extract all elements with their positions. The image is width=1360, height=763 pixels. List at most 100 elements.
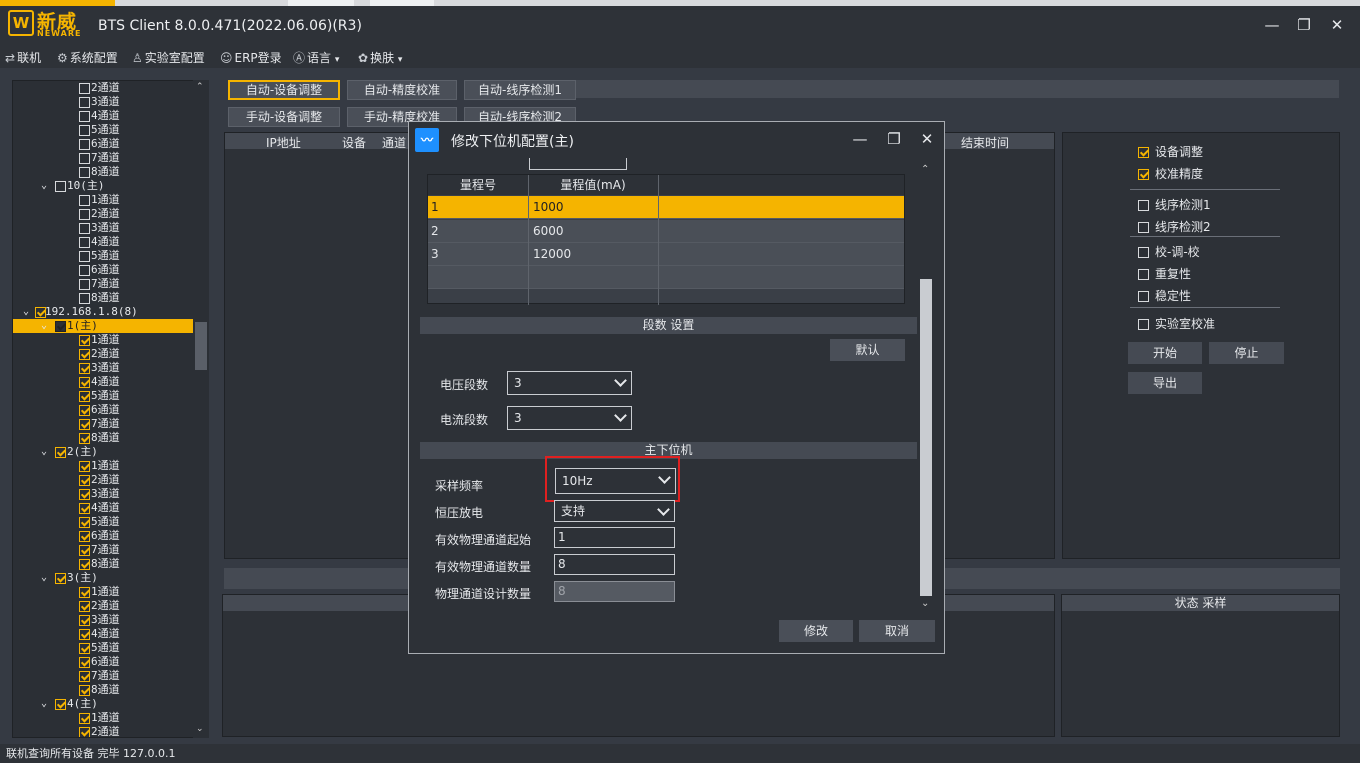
tree-node[interactable]: 4通道: [13, 235, 193, 249]
default-button[interactable]: 默认: [830, 339, 905, 361]
tree-node[interactable]: 6通道: [13, 263, 193, 277]
channel-start-input[interactable]: 1: [554, 527, 675, 548]
tree-checkbox[interactable]: [79, 153, 90, 164]
option-checkbox[interactable]: 线序检测2: [1138, 218, 1211, 235]
tree-node[interactable]: ⌄ 4(主): [13, 697, 193, 711]
tree-node[interactable]: ⌄ 10(主): [13, 179, 193, 193]
stop-button[interactable]: 停止: [1209, 342, 1284, 364]
tree-node[interactable]: 8通道: [13, 431, 193, 445]
grid-row[interactable]: 2 6000: [428, 220, 904, 243]
tree-node[interactable]: 8通道: [13, 683, 193, 697]
tree-node[interactable]: 2通道: [13, 725, 193, 737]
checkbox-icon[interactable]: [1138, 269, 1149, 280]
tree-checkbox[interactable]: [79, 139, 90, 150]
dialog-scroll-up-icon[interactable]: ⌃: [921, 164, 929, 175]
tree-checkbox[interactable]: [55, 699, 66, 710]
tree-checkbox[interactable]: [79, 97, 90, 108]
start-button[interactable]: 开始: [1128, 342, 1202, 364]
dialog-close-button[interactable]: ✕: [916, 129, 938, 149]
chevron-down-icon[interactable]: ⌄: [41, 697, 47, 711]
tree-checkbox[interactable]: [55, 321, 66, 332]
tree-checkbox[interactable]: [79, 391, 90, 402]
tree-node[interactable]: 3通道: [13, 361, 193, 375]
tree-node[interactable]: 2通道: [13, 347, 193, 361]
menu-language[interactable]: Ⓐ 语言 ▾: [293, 49, 339, 66]
tree-node[interactable]: 7通道: [13, 277, 193, 291]
tree-checkbox[interactable]: [79, 433, 90, 444]
tree-node[interactable]: 7通道: [13, 417, 193, 431]
checkbox-icon[interactable]: [1138, 147, 1149, 158]
tree-checkbox[interactable]: [79, 587, 90, 598]
tree-node[interactable]: 3通道: [13, 95, 193, 109]
tree-checkbox[interactable]: [79, 461, 90, 472]
scroll-down-icon[interactable]: ⌄: [196, 724, 204, 734]
voltage-segments-select[interactable]: 3: [507, 371, 632, 395]
tree-checkbox[interactable]: [79, 335, 90, 346]
tree-checkbox[interactable]: [55, 447, 66, 458]
chevron-down-icon[interactable]: ⌄: [23, 305, 29, 319]
tab-auto-line-check-1[interactable]: 自动-线序检测1: [464, 80, 576, 100]
menu-skin[interactable]: ✿ 换肤 ▾: [358, 49, 402, 66]
grid-row[interactable]: 3 12000: [428, 243, 904, 266]
tree-node[interactable]: 4通道: [13, 627, 193, 641]
menu-connect[interactable]: ⇄ 联机: [5, 49, 41, 66]
tree-checkbox[interactable]: [79, 475, 90, 486]
close-button[interactable]: ✕: [1323, 14, 1351, 36]
tree-node[interactable]: ⌄ 3(主): [13, 571, 193, 585]
tree-checkbox[interactable]: [79, 111, 90, 122]
option-checkbox[interactable]: 线序检测1: [1138, 196, 1211, 213]
tree-node[interactable]: 5通道: [13, 249, 193, 263]
dialog-maximize-button[interactable]: ❐: [883, 129, 905, 149]
tree-checkbox[interactable]: [79, 125, 90, 136]
tree-node[interactable]: 6通道: [13, 403, 193, 417]
tree-scrollbar-thumb[interactable]: [195, 322, 207, 370]
menu-lab-config[interactable]: ♙ 实验室配置: [132, 49, 205, 66]
option-checkbox[interactable]: 重复性: [1138, 265, 1191, 282]
tree-checkbox[interactable]: [79, 83, 90, 94]
tree-checkbox[interactable]: [79, 209, 90, 220]
tree-node[interactable]: 2通道: [13, 599, 193, 613]
tree-checkbox[interactable]: [79, 265, 90, 276]
dialog-scrollbar-thumb[interactable]: [920, 279, 932, 596]
tree-node[interactable]: 4通道: [13, 501, 193, 515]
tree-checkbox[interactable]: [79, 713, 90, 724]
tree-node[interactable]: ⌄ 1(主): [13, 319, 193, 333]
tree-node[interactable]: 7通道: [13, 669, 193, 683]
tree-checkbox[interactable]: [79, 419, 90, 430]
dialog-minimize-button[interactable]: —: [849, 129, 871, 149]
grid-row-empty[interactable]: [428, 266, 904, 289]
tree-node[interactable]: 2通道: [13, 473, 193, 487]
grid-row[interactable]: 1 1000: [428, 196, 904, 219]
tree-node[interactable]: 4通道: [13, 375, 193, 389]
current-segments-select[interactable]: 3: [507, 406, 632, 430]
tab-auto-precision-calibration[interactable]: 自动-精度校准: [347, 80, 457, 100]
tree-checkbox[interactable]: [79, 195, 90, 206]
checkbox-icon[interactable]: [1138, 291, 1149, 302]
tree-checkbox[interactable]: [79, 657, 90, 668]
tree-checkbox[interactable]: [79, 167, 90, 178]
tree-checkbox[interactable]: [79, 559, 90, 570]
tree-checkbox[interactable]: [79, 685, 90, 696]
tree-node[interactable]: 1通道: [13, 585, 193, 599]
menu-system-config[interactable]: ⚙ 系统配置: [57, 49, 118, 66]
scroll-up-icon[interactable]: ⌃: [196, 82, 204, 92]
tree-node[interactable]: 1通道: [13, 193, 193, 207]
option-checkbox[interactable]: 设备调整: [1138, 143, 1203, 160]
tree-checkbox[interactable]: [79, 349, 90, 360]
modify-button[interactable]: 修改: [779, 620, 853, 642]
checkbox-icon[interactable]: [1138, 169, 1149, 180]
tree-checkbox[interactable]: [79, 363, 90, 374]
tree-checkbox[interactable]: [55, 181, 66, 192]
tree-node[interactable]: 8通道: [13, 557, 193, 571]
tree-checkbox[interactable]: [79, 629, 90, 640]
tree-checkbox[interactable]: [55, 573, 66, 584]
tree-node[interactable]: ⌄ 2(主): [13, 445, 193, 459]
tree-node[interactable]: 5通道: [13, 641, 193, 655]
tree-node[interactable]: 5通道: [13, 515, 193, 529]
tree-checkbox[interactable]: [79, 489, 90, 500]
tree-node[interactable]: 7通道: [13, 151, 193, 165]
tree-checkbox[interactable]: [79, 601, 90, 612]
tree-node[interactable]: 6通道: [13, 655, 193, 669]
dialog-scroll-down-icon[interactable]: ⌄: [921, 598, 929, 609]
cv-discharge-select[interactable]: 支持: [554, 500, 675, 522]
